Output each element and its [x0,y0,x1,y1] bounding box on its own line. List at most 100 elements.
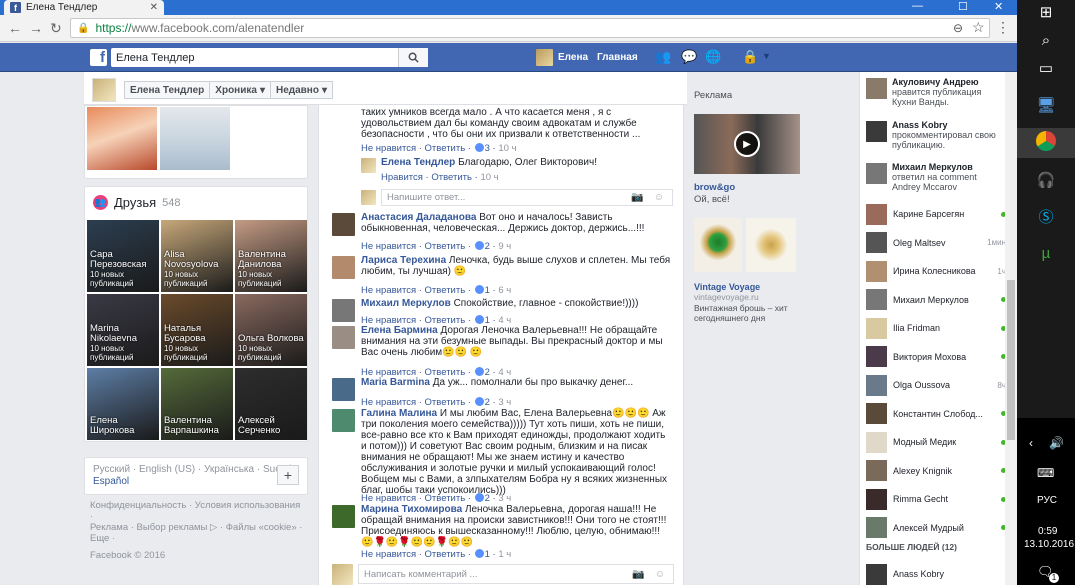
profile-link[interactable]: Елена [536,49,588,66]
friend-tile[interactable]: Елена Широкова [87,368,159,440]
chrome-icon[interactable] [1036,131,1056,151]
avatar[interactable] [332,213,355,236]
like-link[interactable]: Нравится [381,172,423,183]
comment-author[interactable]: Maria Barmina [361,377,430,388]
chronicle-dropdown[interactable]: Хроника ▾ [210,81,271,99]
language-links[interactable]: Русский · English (US) · Українська · Su… [93,464,299,476]
friends-title[interactable]: Друзья [114,195,156,210]
unlike-link[interactable]: Не нравится [361,493,416,504]
comment-author[interactable]: Михаил Меркулов [361,298,451,309]
reply-link[interactable]: Ответить [425,241,466,252]
more-people-heading[interactable]: БОЛЬШЕ ЛЮДЕЙ (12) [866,542,957,552]
reply-link[interactable]: Ответить [425,549,466,560]
profile-thumbnail[interactable] [92,78,116,102]
privacy-lock-icon[interactable]: 🔒 [742,49,758,65]
search-icon[interactable] [398,48,428,67]
skype-icon[interactable]: Ⓢ [1034,204,1058,228]
camera-icon[interactable]: 📷 [632,569,644,580]
scrollbar-thumb[interactable] [1007,280,1015,440]
contact-row[interactable]: Ирина Колесникова 1ч [866,258,1006,284]
language-link-espanol[interactable]: Español [93,476,299,488]
add-language-button[interactable]: + [277,465,299,485]
clock-date[interactable]: 13.10.2016 [1024,539,1074,550]
photo-thumbnail[interactable] [87,107,157,170]
contact-row[interactable]: Rimma Gecht [866,486,1006,512]
friend-tile[interactable]: Алексей Серченко [235,368,307,440]
tab-close-icon[interactable]: ✕ [150,2,158,13]
unlike-link[interactable]: Не нравится [361,397,416,408]
camera-icon[interactable]: 📷 [631,192,643,203]
reply-link[interactable]: Ответить [425,397,466,408]
friend-tile[interactable]: Alisa Novosyolova 10 новых публикаций [161,220,233,292]
ad-video[interactable]: ▶ [694,114,800,174]
friend-tile[interactable]: Сара Перезовская 10 новых публикаций [87,220,159,292]
photo-thumbnail[interactable] [160,107,230,170]
contact-row[interactable]: Alexey Knignik [866,458,1006,484]
contact-row[interactable]: Карине Барсегян [866,201,1006,227]
reply-input[interactable]: Напишите ответ... 📷 ☺ [381,189,673,206]
play-icon[interactable]: ▶ [734,131,760,157]
contact-row[interactable]: Виктория Мохова [866,344,1006,370]
contact-row[interactable]: Алексей Мудрый [866,515,1006,541]
footer-links-3[interactable]: Еще · [90,533,305,544]
reply-author[interactable]: Елена Тендлер [381,157,455,168]
avatar[interactable] [361,158,376,173]
reply-link[interactable]: Ответить [425,285,466,296]
forward-icon[interactable]: → [29,20,43,36]
friend-requests-icon[interactable]: 👥 [655,49,671,65]
search-icon[interactable]: ⌕ [1034,28,1058,52]
unlike-link[interactable]: Не нравится [361,549,416,560]
unlike-link[interactable]: Не нравится [361,285,416,296]
computer-icon[interactable]: 🖥 [1034,93,1058,117]
avatar[interactable] [332,256,355,279]
contact-row[interactable]: Oleg Maltsev 1мин [866,230,1006,256]
comment-author[interactable]: Анастасия Даладанова [361,212,476,223]
footer-links-2[interactable]: Реклама · Выбор рекламы ▷ · Файлы «cooki… [90,522,305,533]
clock-time[interactable]: 0:59 [1038,526,1057,537]
windows-start-icon[interactable]: ⊞ [1034,0,1058,24]
avatar[interactable] [332,409,355,432]
url-field[interactable]: 🔒 https:// www.facebook.com/alenatendler… [70,18,990,38]
avatar[interactable] [332,299,355,322]
utorrent-icon[interactable]: µ [1034,241,1058,265]
headphones-icon[interactable]: 🎧 [1034,168,1058,192]
avatar[interactable] [332,505,355,528]
browser-tab[interactable]: f Елена Тендлер ✕ [4,0,164,15]
unlike-link[interactable]: Не нравится [361,143,416,154]
reply-link[interactable]: Ответить [425,493,466,504]
ad-title[interactable]: Vintage Voyage [694,282,760,292]
reply-link[interactable]: Ответить [425,143,466,154]
unlike-link[interactable]: Не нравится [361,241,416,252]
back-icon[interactable]: ← [8,20,22,36]
friend-tile[interactable]: Наталья Бусарова 10 новых публикаций [161,294,233,366]
comment-author[interactable]: Елена Бармина [361,325,438,336]
comment-input[interactable]: Написать комментарий ... 📷 ☺ [358,564,674,584]
contact-row[interactable]: Константин Слобод... [866,401,1006,427]
friend-tile[interactable]: Marina Nikolaevna 10 новых публикаций [87,294,159,366]
avatar[interactable] [332,378,355,401]
account-menu-chevron-icon[interactable]: ▼ [762,51,771,61]
bookmark-star-icon[interactable]: ☆ [972,19,985,36]
contact-row[interactable]: Ilia Fridman [866,315,1006,341]
contact-row[interactable]: Михаил Меркулов [866,287,1006,313]
friend-tile[interactable]: Ольга Волкова 10 новых публикаций [235,294,307,366]
contact-row[interactable]: Модный Медик [866,429,1006,455]
zoom-icon[interactable]: ⊖ [953,21,963,35]
language-indicator[interactable]: РУС [1037,495,1057,506]
footer-links-1[interactable]: Конфиденциальность · Условия использован… [90,500,305,522]
task-view-icon[interactable]: ▭ [1034,56,1058,80]
friend-tile[interactable]: Валентина Данилова 10 новых публикаций [235,220,307,292]
friend-tile[interactable]: Валентина Варпашкина [161,368,233,440]
volume-icon[interactable]: 🔊 [1049,436,1064,450]
menu-icon[interactable]: ⋮ [996,19,1010,36]
contact-row[interactable]: Anass Kobry [866,561,1006,585]
comment-author[interactable]: Галина Малина [361,408,437,419]
facebook-logo-icon[interactable]: f [90,49,107,66]
profile-name-button[interactable]: Елена Тендлер [124,81,211,99]
reply-link[interactable]: Ответить [431,172,472,183]
messages-icon[interactable]: 💬 [681,49,697,65]
search-input[interactable]: Елена Тендлер [111,48,428,67]
comment-author[interactable]: Марина Тихомирова [361,504,462,515]
recent-dropdown[interactable]: Недавно ▾ [270,81,333,99]
chevron-up-icon[interactable]: ‹ [1029,436,1033,450]
